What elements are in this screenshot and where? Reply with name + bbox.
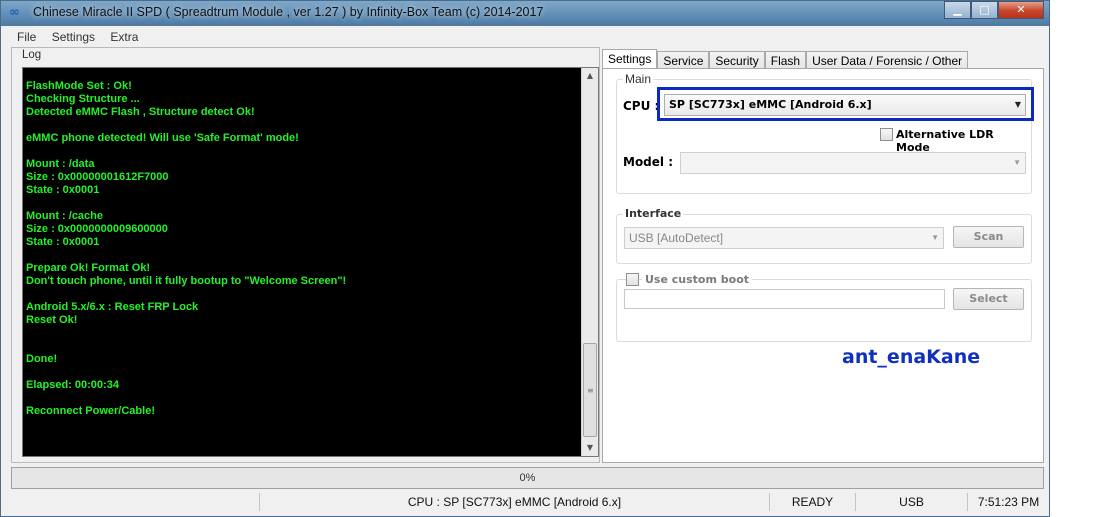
progress-label: 0% xyxy=(519,472,536,484)
title-bar[interactable]: ∞ Chinese Miracle II SPD ( Spreadtrum Mo… xyxy=(1,1,1049,26)
model-label: Model : xyxy=(623,155,674,169)
window-title: Chinese Miracle II SPD ( Spreadtrum Modu… xyxy=(33,5,544,19)
close-icon[interactable]: ✕ xyxy=(998,1,1044,19)
log-line: Size : 0x00000001612F7000 xyxy=(26,171,169,183)
tab-settings[interactable]: Settings xyxy=(602,49,658,70)
log-label: Log xyxy=(22,49,42,61)
cpu-label: CPU : xyxy=(623,99,660,113)
model-select[interactable]: ▼ xyxy=(680,152,1026,174)
log-line: Don't touch phone, until it fully bootup… xyxy=(26,275,347,287)
scroll-down-icon[interactable]: ▼ xyxy=(582,440,598,456)
log-line: Reconnect Power/Cable! xyxy=(26,405,155,417)
scroll-thumb[interactable]: ≡ xyxy=(583,343,597,437)
alt-ldr-label: Alternative LDR Mode xyxy=(896,128,994,154)
cpu-select-value: SP [SC773x] eMMC [Android 6.x] xyxy=(669,98,872,111)
log-line: State : 0x0001 xyxy=(26,184,100,196)
chevron-down-icon: ▼ xyxy=(931,233,939,242)
status-bar: CPU : SP [SC773x] eMMC [Android 6.x] REA… xyxy=(1,491,1049,513)
log-line: Reset Ok! xyxy=(26,314,78,326)
scan-button[interactable]: Scan xyxy=(953,226,1024,248)
log-line: Size : 0x0000000009600000 xyxy=(26,223,168,235)
cpu-select[interactable]: SP [SC773x] eMMC [Android 6.x] ▼ xyxy=(664,94,1026,116)
log-line: eMMC phone detected! Will use 'Safe Form… xyxy=(26,132,299,144)
interface-group-label: Interface xyxy=(623,207,684,220)
log-panel: Log FlashMode Set : Ok! Checking Structur… xyxy=(11,47,600,463)
main-group-label: Main xyxy=(623,72,654,86)
alt-ldr-checkbox[interactable] xyxy=(880,128,893,141)
log-scrollbar[interactable]: ▲ ≡ ▼ xyxy=(581,68,598,456)
maximize-icon[interactable]: □ xyxy=(971,1,998,19)
menu-extra[interactable]: Extra xyxy=(110,29,138,46)
status-time: 7:51:23 PM xyxy=(967,493,1049,511)
menu-file[interactable]: File xyxy=(17,29,36,46)
log-line: State : 0x0001 xyxy=(26,236,100,248)
minimize-icon[interactable]: ▁ xyxy=(944,1,971,19)
status-interface: USB xyxy=(855,493,967,511)
log-line: Mount : /data xyxy=(26,158,95,170)
log-line: Done! xyxy=(26,353,58,365)
log-text: FlashMode Set : Ok! Checking Structure ..… xyxy=(26,80,571,418)
main-group: Main CPU : SP [SC773x] eMMC [Android 6.x… xyxy=(616,72,1034,194)
settings-panel: Settings Service Security Flash User Dat… xyxy=(602,47,1044,463)
settings-tab-body: Main CPU : SP [SC773x] eMMC [Android 6.x… xyxy=(602,68,1044,463)
watermark-text: ant_enaKane xyxy=(842,346,981,368)
log-line: Elapsed: 00:00:34 xyxy=(26,379,119,391)
chevron-down-icon: ▼ xyxy=(1014,100,1021,109)
select-button[interactable]: Select xyxy=(953,288,1024,310)
window-controls: ▁ □ ✕ xyxy=(944,1,1044,19)
interface-group: Interface USB [AutoDetect] ▼ Scan xyxy=(616,207,1032,264)
interface-select-value: USB [AutoDetect] xyxy=(629,231,724,245)
log-output[interactable]: FlashMode Set : Ok! Checking Structure ..… xyxy=(22,67,599,457)
custom-boot-label: Use custom boot xyxy=(642,273,753,286)
log-line: Detected eMMC Flash , Structure detect O… xyxy=(26,106,255,118)
log-line: Checking Structure ... xyxy=(26,93,140,105)
infinity-icon: ∞ xyxy=(9,5,20,20)
status-state: READY xyxy=(769,493,855,511)
log-line: Prepare Ok! Format Ok! xyxy=(26,262,151,274)
custom-boot-group: Use custom boot Select xyxy=(616,273,1032,342)
interface-select[interactable]: USB [AutoDetect] ▼ xyxy=(624,227,944,249)
progress-bar: 0% xyxy=(11,467,1044,489)
custom-boot-path-field[interactable] xyxy=(624,289,945,309)
log-line: Mount : /cache xyxy=(26,210,104,222)
tab-strip: Settings Service Security Flash User Dat… xyxy=(602,49,969,70)
scroll-up-icon[interactable]: ▲ xyxy=(582,68,598,84)
chevron-down-icon: ▼ xyxy=(1013,158,1021,167)
grip-icon: ≡ xyxy=(587,386,594,395)
app-window: ∞ Chinese Miracle II SPD ( Spreadtrum Mo… xyxy=(0,0,1050,517)
log-line: Android 5.x/6.x : Reset FRP Lock xyxy=(26,301,199,313)
log-line: FlashMode Set : Ok! xyxy=(26,80,132,92)
custom-boot-checkbox[interactable] xyxy=(626,273,639,286)
menu-settings[interactable]: Settings xyxy=(52,29,95,46)
menu-bar: File Settings Extra xyxy=(9,29,1043,46)
status-cpu: CPU : SP [SC773x] eMMC [Android 6.x] xyxy=(259,493,769,511)
